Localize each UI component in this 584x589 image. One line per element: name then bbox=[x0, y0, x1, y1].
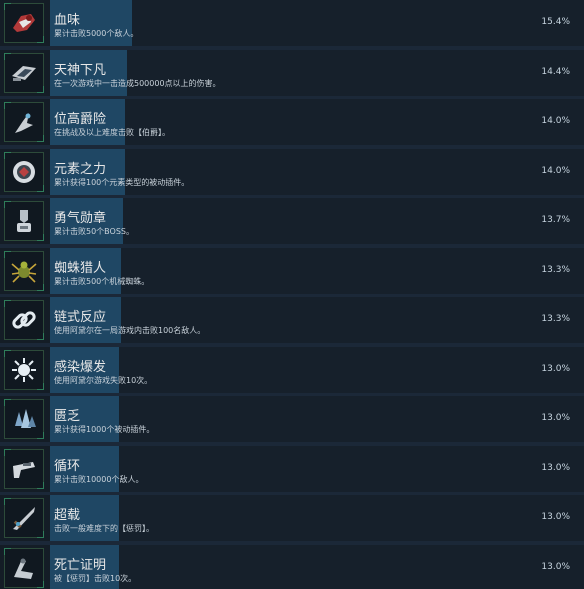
claw-blade-icon bbox=[15, 113, 33, 133]
achievement-title: 位高爵险 bbox=[54, 112, 107, 127]
achievement-unlock-rate: 13.0% bbox=[541, 364, 570, 374]
achievement-description: 累计获得1000个被动插件。 bbox=[54, 425, 155, 434]
heavenly-weapon-icon bbox=[12, 66, 36, 81]
achievement-progress: 死亡证明 被【惩罚】击败10次。 13.0% bbox=[50, 545, 584, 589]
achievement-icon-frame bbox=[4, 449, 44, 489]
achievement-unlock-rate: 13.0% bbox=[541, 512, 570, 522]
achievement-description: 在挑战及以上难度击败【伯爵】。 bbox=[54, 128, 170, 137]
achievement-row[interactable]: 勇气勋章 累计击败50个BOSS。 13.7% bbox=[0, 198, 584, 244]
achievement-row[interactable]: 天神下凡 在一次游戏中一击造成500000点以上的伤害。 14.4% bbox=[0, 50, 584, 96]
achievement-unlock-rate: 13.0% bbox=[541, 463, 570, 473]
death-claw-icon bbox=[14, 558, 33, 579]
achievement-description: 累计击败500个机械蜘蛛。 bbox=[54, 277, 150, 286]
achievement-progress: 感染爆发 使用阿黛尔游戏失败10次。 13.0% bbox=[50, 347, 584, 393]
achievement-unlock-rate: 15.4% bbox=[541, 17, 570, 27]
achievement-description: 击败一般难度下的【惩罚】。 bbox=[54, 524, 154, 533]
achievement-title: 匮乏 bbox=[54, 409, 81, 424]
achievement-description: 被【惩罚】击败10次。 bbox=[54, 574, 137, 583]
achievement-description: 使用阿黛尔在一局游戏内击败100名敌人。 bbox=[54, 326, 206, 335]
achievement-icon-frame bbox=[4, 498, 44, 538]
achievement-progress: 勇气勋章 累计击败50个BOSS。 13.7% bbox=[50, 198, 584, 244]
achievement-row[interactable]: 元素之力 累计获得100个元素类型的被动插件。 14.0% bbox=[0, 149, 584, 195]
spider-icon bbox=[11, 261, 37, 283]
achievement-icon-frame bbox=[4, 300, 44, 340]
achievement-title: 链式反应 bbox=[54, 310, 107, 325]
achievement-row[interactable]: 感染爆发 使用阿黛尔游戏失败10次。 13.0% bbox=[0, 347, 584, 393]
achievement-row[interactable]: 位高爵险 在挑战及以上难度击败【伯爵】。 14.0% bbox=[0, 99, 584, 145]
achievement-icon-frame bbox=[4, 350, 44, 390]
achievement-row[interactable]: 循环 累计击败10000个敌人。 13.0% bbox=[0, 446, 584, 492]
achievement-title: 蜘蛛猎人 bbox=[54, 261, 107, 276]
achievement-title: 血味 bbox=[54, 13, 81, 28]
achievement-description: 累计击败50个BOSS。 bbox=[54, 227, 134, 236]
crystal-cluster-icon bbox=[15, 409, 36, 428]
achievement-list: 血味 累计击败5000个敌人。 15.4% 天神下凡 在一次游戏中一击造成500… bbox=[0, 0, 584, 589]
medal-icon bbox=[17, 210, 31, 232]
achievement-row[interactable]: 超载 击败一般难度下的【惩罚】。 13.0% bbox=[0, 495, 584, 541]
blood-gear-icon bbox=[13, 14, 35, 32]
achievement-unlock-rate: 14.0% bbox=[541, 116, 570, 126]
achievement-title: 元素之力 bbox=[54, 162, 107, 177]
element-orb-icon bbox=[13, 161, 35, 183]
achievement-row[interactable]: 匮乏 累计获得1000个被动插件。 13.0% bbox=[0, 396, 584, 442]
achievement-row[interactable]: 血味 累计击败5000个敌人。 15.4% bbox=[0, 0, 584, 46]
achievement-progress: 超载 击败一般难度下的【惩罚】。 13.0% bbox=[50, 495, 584, 541]
achievement-title: 勇气勋章 bbox=[54, 211, 107, 226]
achievement-icon-frame bbox=[4, 548, 44, 588]
achievement-progress: 循环 累计击败10000个敌人。 13.0% bbox=[50, 446, 584, 492]
achievement-title: 死亡证明 bbox=[54, 558, 107, 573]
achievement-description: 使用阿黛尔游戏失败10次。 bbox=[54, 376, 153, 385]
achievement-row[interactable]: 链式反应 使用阿黛尔在一局游戏内击败100名敌人。 13.3% bbox=[0, 297, 584, 343]
achievement-unlock-rate: 14.0% bbox=[541, 166, 570, 176]
achievement-progress: 元素之力 累计获得100个元素类型的被动插件。 14.0% bbox=[50, 149, 584, 195]
achievement-icon-frame bbox=[4, 102, 44, 142]
chain-link-icon bbox=[12, 311, 36, 329]
achievement-icon-frame bbox=[4, 3, 44, 43]
gun-icon bbox=[13, 462, 35, 478]
achievement-row[interactable]: 死亡证明 被【惩罚】击败10次。 13.0% bbox=[0, 545, 584, 589]
achievement-description: 累计击败5000个敌人。 bbox=[54, 29, 139, 38]
achievement-icon-frame bbox=[4, 152, 44, 192]
achievement-progress: 血味 累计击败5000个敌人。 15.4% bbox=[50, 0, 584, 46]
achievement-description: 累计获得100个元素类型的被动插件。 bbox=[54, 178, 190, 187]
achievement-icon-frame bbox=[4, 251, 44, 291]
achievement-progress: 蜘蛛猎人 累计击败500个机械蜘蛛。 13.3% bbox=[50, 248, 584, 294]
sword-icon bbox=[13, 507, 35, 530]
achievement-icon-frame bbox=[4, 399, 44, 439]
virus-burst-icon bbox=[12, 358, 36, 382]
achievement-title: 超载 bbox=[54, 508, 81, 523]
achievement-unlock-rate: 13.3% bbox=[541, 314, 570, 324]
achievement-icon-frame bbox=[4, 201, 44, 241]
achievement-progress: 天神下凡 在一次游戏中一击造成500000点以上的伤害。 14.4% bbox=[50, 50, 584, 96]
achievement-unlock-rate: 13.3% bbox=[541, 265, 570, 275]
achievement-title: 循环 bbox=[54, 459, 81, 474]
achievement-unlock-rate: 13.7% bbox=[541, 215, 570, 225]
achievement-unlock-rate: 13.0% bbox=[541, 562, 570, 572]
achievement-progress: 链式反应 使用阿黛尔在一局游戏内击败100名敌人。 13.3% bbox=[50, 297, 584, 343]
achievement-row[interactable]: 蜘蛛猎人 累计击败500个机械蜘蛛。 13.3% bbox=[0, 248, 584, 294]
achievement-icon-frame bbox=[4, 53, 44, 93]
achievement-description: 在一次游戏中一击造成500000点以上的伤害。 bbox=[54, 79, 221, 88]
achievement-description: 累计击败10000个敌人。 bbox=[54, 475, 144, 484]
achievement-progress: 位高爵险 在挑战及以上难度击败【伯爵】。 14.0% bbox=[50, 99, 584, 145]
achievement-title: 天神下凡 bbox=[54, 63, 107, 78]
achievement-progress: 匮乏 累计获得1000个被动插件。 13.0% bbox=[50, 396, 584, 442]
achievement-unlock-rate: 14.4% bbox=[541, 67, 570, 77]
achievement-title: 感染爆发 bbox=[54, 360, 107, 375]
achievement-unlock-rate: 13.0% bbox=[541, 413, 570, 423]
